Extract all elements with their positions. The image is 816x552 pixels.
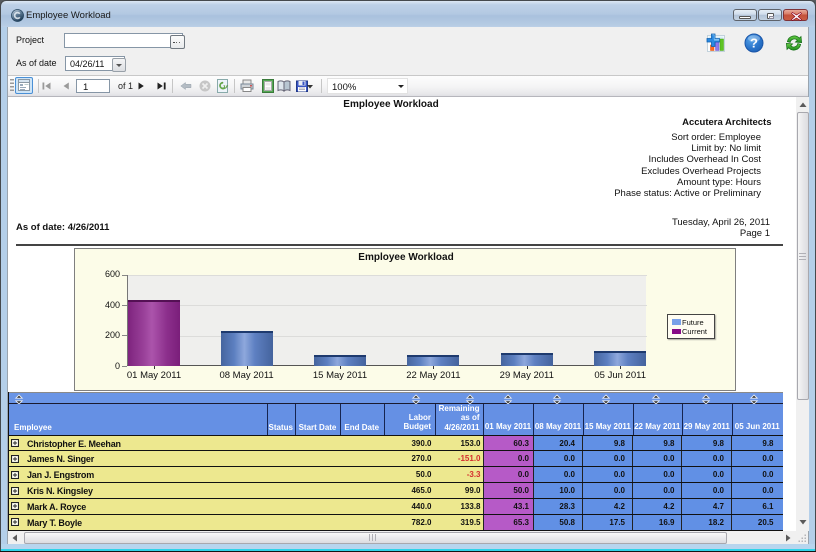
svg-text:?: ? [750,36,758,51]
